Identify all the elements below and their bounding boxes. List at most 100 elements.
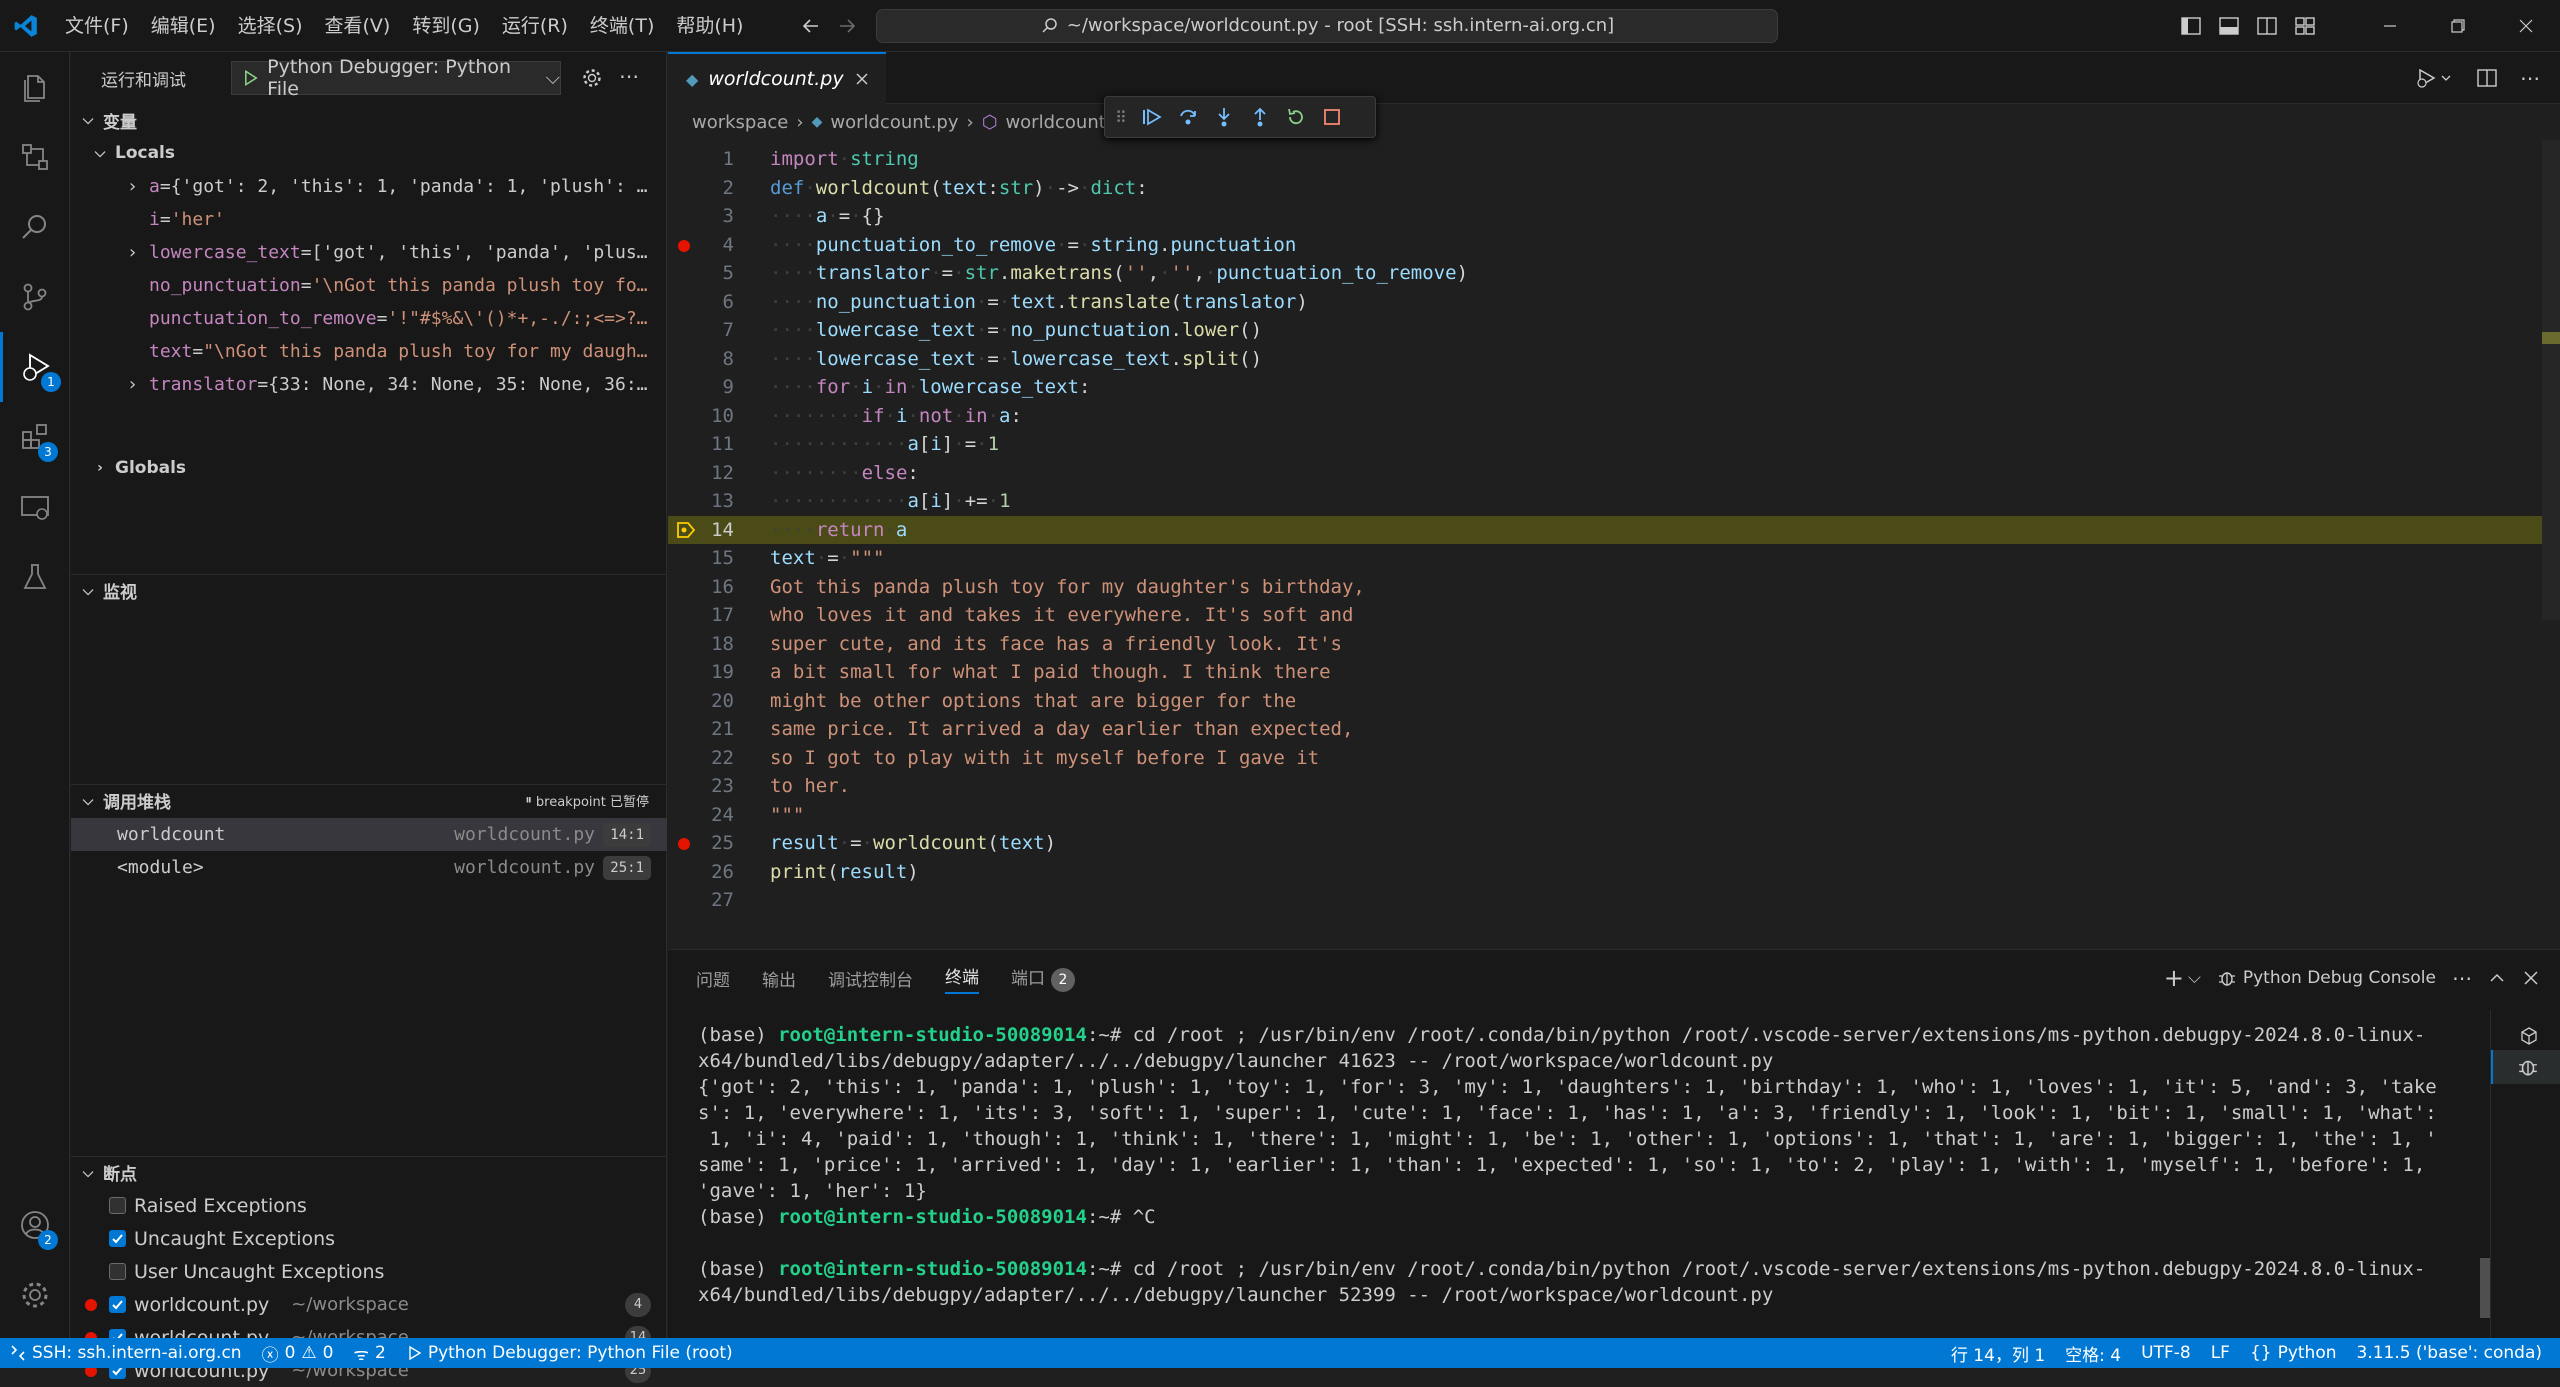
more-actions-icon[interactable]: ⋯ bbox=[619, 64, 639, 88]
tab-problems[interactable]: 问题 bbox=[696, 966, 730, 991]
explorer-button[interactable] bbox=[0, 52, 70, 122]
run-and-debug-button[interactable]: 1 bbox=[0, 332, 70, 402]
manage-button[interactable] bbox=[0, 1260, 70, 1330]
code-line[interactable]: 27 bbox=[668, 886, 2560, 915]
breadcrumb-symbol[interactable]: worldcount bbox=[1005, 112, 1105, 133]
command-center[interactable]: ~/workspace/worldcount.py - root [SSH: s… bbox=[876, 8, 1779, 43]
terminal-list-item-debug[interactable] bbox=[2491, 1050, 2560, 1084]
menu-item-1[interactable]: 编辑(E) bbox=[140, 0, 227, 52]
remote-explorer-button[interactable] bbox=[0, 122, 70, 192]
code-line[interactable]: 3 ····a·=·{} bbox=[668, 202, 2560, 231]
more-actions-icon[interactable]: ⋯ bbox=[2520, 66, 2540, 90]
code-line[interactable]: 1 import·string bbox=[668, 145, 2560, 174]
python-interpreter[interactable]: 3.11.5 ('base': conda) bbox=[2347, 1338, 2552, 1368]
code-line[interactable]: 6 ····no_punctuation·=·text.translate(tra… bbox=[668, 288, 2560, 317]
variable-row[interactable]: text = "\nGot this panda plush toy for m… bbox=[71, 335, 661, 368]
terminal-selector[interactable]: Python Debug Console bbox=[2217, 968, 2436, 988]
indentation[interactable]: 空格: 4 bbox=[2055, 1338, 2131, 1368]
cursor-position[interactable]: 行 14，列 1 bbox=[1941, 1338, 2055, 1368]
new-terminal-icon[interactable]: + bbox=[2164, 964, 2184, 992]
menu-item-6[interactable]: 终端(T) bbox=[579, 0, 665, 52]
callstack-frame[interactable]: worldcount worldcount.py 14:1 bbox=[71, 818, 667, 851]
code-line[interactable]: 26 print(result) bbox=[668, 858, 2560, 887]
menu-item-5[interactable]: 运行(R) bbox=[491, 0, 579, 52]
code-line[interactable]: 21 same price. It arrived a day earlier t… bbox=[668, 715, 2560, 744]
vscode-logo-icon[interactable] bbox=[0, 0, 52, 52]
menu-item-0[interactable]: 文件(F) bbox=[54, 0, 140, 52]
code-line[interactable]: 19 a bit small for what I paid though. I … bbox=[668, 658, 2560, 687]
breakpoint-dot-icon[interactable] bbox=[678, 239, 690, 252]
exception-option[interactable]: Uncaught Exceptions bbox=[71, 1222, 667, 1255]
code-line[interactable]: 18 super cute, and its face has a friendl… bbox=[668, 630, 2560, 659]
code-line[interactable]: 11 ············a[i]·=·1 bbox=[668, 430, 2560, 459]
tab-ports[interactable]: 端口 2 bbox=[1011, 964, 1075, 992]
close-icon[interactable] bbox=[2522, 969, 2540, 987]
run-debug-dropdown-icon[interactable] bbox=[2416, 67, 2454, 89]
terminal-cube-icon[interactable] bbox=[2519, 1026, 2539, 1046]
chevron-right-icon[interactable]: › bbox=[127, 176, 149, 197]
code-line[interactable]: 12 ········else: bbox=[668, 459, 2560, 488]
testing-button[interactable] bbox=[0, 542, 70, 612]
watch-section-header[interactable]: ⌵ 监视 bbox=[71, 574, 667, 606]
callstack-frame[interactable]: <module> worldcount.py 25:1 bbox=[71, 851, 667, 884]
restart-icon[interactable] bbox=[1285, 106, 1307, 128]
minimize-button[interactable] bbox=[2356, 0, 2424, 52]
callstack-section-header[interactable]: ⌵ 调用堆栈 ⏸ breakpoint 已暂停 bbox=[71, 784, 667, 816]
code-line[interactable]: 4 ····punctuation_to_remove·=·string.punc… bbox=[668, 231, 2560, 260]
code-line[interactable]: 7 ····lowercase_text·=·no_punctuation.low… bbox=[668, 316, 2560, 345]
code-line[interactable]: 8 ····lowercase_text·=·lowercase_text.spl… bbox=[668, 345, 2560, 374]
variable-row[interactable]: i = 'her' bbox=[71, 203, 661, 236]
step-into-icon[interactable] bbox=[1213, 106, 1235, 128]
encoding[interactable]: UTF-8 bbox=[2131, 1338, 2201, 1368]
code-line[interactable]: 22 so I got to play with it myself before… bbox=[668, 744, 2560, 773]
source-control-button[interactable] bbox=[0, 262, 70, 332]
editor-scrollbar[interactable] bbox=[2542, 140, 2560, 620]
code-line[interactable]: 16 Got this panda plush toy for my daught… bbox=[668, 573, 2560, 602]
menu-item-4[interactable]: 转到(G) bbox=[401, 0, 491, 52]
tab-debug-console[interactable]: 调试控制台 bbox=[828, 966, 913, 991]
drag-handle-icon[interactable]: ⠿ bbox=[1115, 108, 1127, 127]
close-icon[interactable] bbox=[854, 71, 870, 87]
globals-scope[interactable]: › Globals bbox=[71, 452, 667, 484]
breakpoints-section-header[interactable]: ⌵ 断点 bbox=[71, 1156, 667, 1188]
code-line[interactable]: 20 might be other options that are bigger… bbox=[668, 687, 2560, 716]
problems-indicator[interactable]: ⓧ 0 ⚠ 0 bbox=[252, 1338, 344, 1368]
variables-section-header[interactable]: ⌵ 变量 bbox=[71, 104, 667, 136]
menu-item-2[interactable]: 选择(S) bbox=[227, 0, 314, 52]
variable-row[interactable]: no_punctuation = '\nGot this panda plush… bbox=[71, 269, 661, 302]
code-line[interactable]: 5 ····translator·=·str.maketrans('',·'',·… bbox=[668, 259, 2560, 288]
ports-indicator[interactable]: ᯤ2 bbox=[343, 1338, 395, 1368]
variable-row[interactable]: punctuation_to_remove = '!"#$%&\'()*+,-.… bbox=[71, 302, 661, 335]
restore-button[interactable] bbox=[2424, 0, 2492, 52]
breakpoint-item[interactable]: worldcount.py ~/workspace 4 bbox=[71, 1288, 667, 1321]
toggle-panel-icon[interactable] bbox=[2218, 15, 2240, 37]
stop-icon[interactable] bbox=[1321, 106, 1343, 128]
remote-button[interactable] bbox=[0, 472, 70, 542]
breadcrumb-file[interactable]: worldcount.py bbox=[830, 112, 958, 133]
toggle-primary-sidebar-icon[interactable] bbox=[2180, 15, 2202, 37]
variable-row[interactable]: › translator = {33: None, 34: None, 35: N… bbox=[71, 368, 661, 401]
code-line[interactable]: 2 def·worldcount(text:str)·->·dict: bbox=[668, 174, 2560, 203]
code-line[interactable]: 23 to her. bbox=[668, 772, 2560, 801]
chevron-right-icon[interactable]: › bbox=[127, 374, 149, 395]
tab-terminal[interactable]: 终端 bbox=[945, 963, 979, 994]
accounts-button[interactable]: 2 bbox=[0, 1190, 70, 1260]
extensions-button[interactable]: 3 bbox=[0, 402, 70, 472]
tab-output[interactable]: 输出 bbox=[762, 966, 796, 991]
remote-indicator[interactable]: SSH: ssh.intern-ai.org.cn bbox=[0, 1338, 252, 1368]
step-out-icon[interactable] bbox=[1249, 106, 1271, 128]
exception-option[interactable]: User Uncaught Exceptions bbox=[71, 1255, 667, 1288]
step-over-icon[interactable] bbox=[1177, 106, 1199, 128]
debug-status[interactable]: Python Debugger: Python File (root) bbox=[396, 1338, 743, 1368]
maximize-panel-icon[interactable] bbox=[2488, 969, 2506, 987]
end-of-line[interactable]: LF bbox=[2201, 1338, 2240, 1368]
code-line[interactable]: 10 ········if·i·not·in·a: bbox=[668, 402, 2560, 431]
exception-option[interactable]: Raised Exceptions bbox=[71, 1189, 667, 1222]
close-window-button[interactable] bbox=[2492, 0, 2560, 52]
start-debugging-icon[interactable] bbox=[242, 69, 259, 87]
gear-icon[interactable] bbox=[581, 67, 603, 89]
toggle-secondary-sidebar-icon[interactable] bbox=[2256, 15, 2278, 37]
forward-arrow-icon[interactable] bbox=[836, 15, 858, 37]
breakpoint-dot-icon[interactable] bbox=[678, 838, 690, 850]
variable-row[interactable]: › lowercase_text = ['got', 'this', 'panda… bbox=[71, 236, 661, 269]
